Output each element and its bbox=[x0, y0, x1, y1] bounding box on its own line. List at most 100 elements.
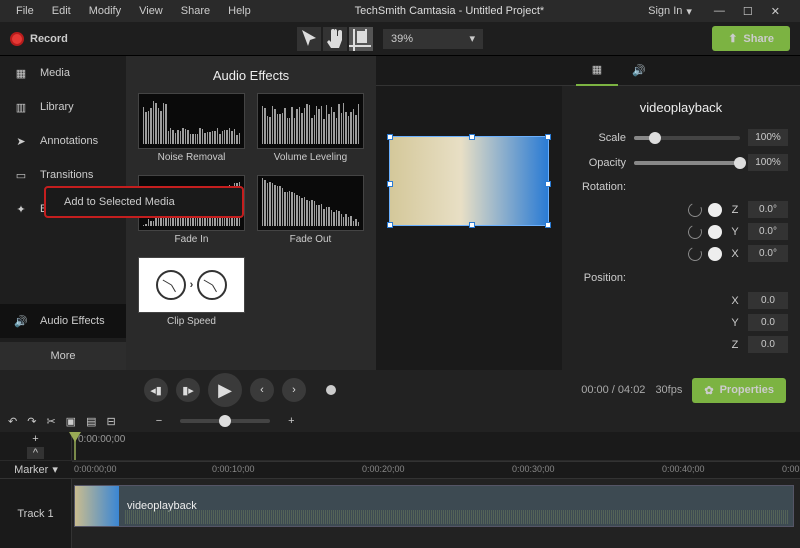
minimize-icon[interactable]: — bbox=[714, 5, 725, 18]
rot-y-value[interactable]: 0.0° bbox=[748, 223, 788, 240]
ruler-ticks[interactable]: 0:00:00;00 0:00:10;00 0:00:20;00 0:00:30… bbox=[72, 461, 800, 478]
clip-thumbnail bbox=[75, 486, 119, 526]
paste-button[interactable]: ▤ bbox=[86, 415, 96, 428]
menu-view[interactable]: View bbox=[131, 3, 171, 19]
sidebar-item-media[interactable]: ▦Media bbox=[0, 56, 126, 90]
rotate-z-icon[interactable] bbox=[686, 201, 704, 219]
select-tool[interactable] bbox=[297, 27, 321, 51]
pos-z-value[interactable]: 0.0 bbox=[748, 336, 788, 353]
menu-help[interactable]: Help bbox=[220, 3, 259, 19]
next-frame-button[interactable]: ▮▸ bbox=[176, 378, 200, 402]
effect-volume-leveling[interactable]: Volume Leveling bbox=[257, 93, 364, 163]
sidebar-item-annotations[interactable]: ➤Annotations bbox=[0, 124, 126, 158]
menu-edit[interactable]: Edit bbox=[44, 3, 79, 19]
chevron-down-icon: ▾ bbox=[52, 463, 58, 476]
zoom-dropdown[interactable]: 39% bbox=[383, 29, 483, 49]
menu-share[interactable]: Share bbox=[173, 3, 218, 19]
timeline-clip[interactable]: videoplayback bbox=[74, 485, 794, 527]
properties-button[interactable]: ✿Properties bbox=[692, 378, 786, 403]
toolbar: Record 39% ⬆Share bbox=[0, 22, 800, 56]
effect-clip-speed[interactable]: › Clip Speed bbox=[138, 257, 245, 327]
player-bar: ◂▮ ▮▸ ▶ ‹ › 00:00 / 04:02 30fps ✿Propert… bbox=[0, 370, 800, 410]
library-icon: ▥ bbox=[12, 100, 30, 114]
audio-waveform bbox=[125, 510, 789, 524]
copy-button[interactable]: ▣ bbox=[66, 415, 76, 428]
share-icon: ⬆ bbox=[728, 32, 737, 45]
selected-media[interactable] bbox=[389, 136, 549, 226]
timeline: ↶ ↷ ✂ ▣ ▤ ⊟ − + + ^ 0:00:00;00 Marker▾ 0… bbox=[0, 410, 800, 548]
transitions-icon: ▭ bbox=[12, 168, 30, 182]
close-icon[interactable]: ✕ bbox=[771, 5, 780, 18]
effect-fade-out[interactable]: Fade Out bbox=[257, 175, 364, 245]
time-display: 00:00 / 04:02 bbox=[581, 384, 645, 396]
media-icon: ▦ bbox=[12, 66, 30, 80]
scale-label: Scale bbox=[574, 132, 626, 144]
step-forward-button[interactable]: › bbox=[282, 378, 306, 402]
properties-panel: videoplayback Scale 100% Opacity 100% Ro… bbox=[562, 86, 800, 370]
track-add-button[interactable]: + bbox=[32, 433, 38, 445]
rot-x-value[interactable]: 0.0° bbox=[748, 245, 788, 262]
playhead-scrubber[interactable] bbox=[326, 385, 336, 395]
redo-button[interactable]: ↷ bbox=[27, 415, 36, 428]
scale-value[interactable]: 100% bbox=[748, 129, 788, 146]
menu-modify[interactable]: Modify bbox=[81, 3, 129, 19]
rotate-y-icon[interactable] bbox=[686, 223, 704, 241]
sidebar-item-library[interactable]: ▥Library bbox=[0, 90, 126, 124]
opacity-slider[interactable] bbox=[634, 161, 740, 165]
sign-in-button[interactable]: Sign In▾ bbox=[640, 5, 700, 18]
zoom-out-button[interactable]: − bbox=[156, 415, 162, 427]
share-button[interactable]: ⬆Share bbox=[712, 26, 790, 51]
speaker-icon: 🔊 bbox=[632, 64, 646, 77]
playhead[interactable] bbox=[74, 432, 76, 460]
split-button[interactable]: ⊟ bbox=[106, 415, 115, 428]
menubar: File Edit Modify View Share Help TechSmi… bbox=[0, 0, 800, 22]
rotation-label: Rotation: bbox=[574, 181, 626, 193]
effects-panel-title: Audio Effects bbox=[138, 64, 364, 93]
play-button[interactable]: ▶ bbox=[208, 373, 242, 407]
track-header[interactable]: Track 1 bbox=[0, 479, 72, 548]
timeline-zoom-slider[interactable] bbox=[180, 419, 270, 423]
playhead-time: 0:00:00;00 bbox=[78, 434, 125, 445]
rotate-z-knob[interactable] bbox=[708, 203, 722, 217]
step-back-button[interactable]: ‹ bbox=[250, 378, 274, 402]
sidebar-more-button[interactable]: More bbox=[0, 342, 126, 370]
audio-effects-icon: 🔊 bbox=[12, 314, 30, 328]
scale-slider[interactable] bbox=[634, 136, 740, 140]
context-menu-add-to-media[interactable]: Add to Selected Media bbox=[44, 186, 244, 218]
ruler[interactable]: 0:00:00;00 bbox=[72, 432, 800, 460]
gear-icon: ✿ bbox=[704, 384, 713, 397]
cut-button[interactable]: ✂ bbox=[46, 415, 55, 428]
track-body[interactable]: videoplayback bbox=[72, 479, 800, 548]
rotate-x-icon[interactable] bbox=[686, 245, 704, 263]
window-title: TechSmith Camtasia - Untitled Project* bbox=[261, 5, 638, 17]
pos-y-value[interactable]: 0.0 bbox=[748, 314, 788, 331]
record-button[interactable]: Record bbox=[10, 32, 68, 46]
pan-tool[interactable] bbox=[323, 27, 347, 51]
canvas-preview[interactable] bbox=[376, 86, 562, 370]
sidebar-item-audio-effects[interactable]: 🔊Audio Effects bbox=[0, 304, 126, 338]
effect-noise-removal[interactable]: Noise Removal bbox=[138, 93, 245, 163]
canvas-tab-audio[interactable]: 🔊 bbox=[618, 56, 660, 86]
effects-panel: Audio Effects Noise Removal Volume Level… bbox=[126, 56, 376, 370]
opacity-value[interactable]: 100% bbox=[748, 154, 788, 171]
marker-label[interactable]: Marker▾ bbox=[0, 461, 72, 478]
record-icon bbox=[10, 32, 24, 46]
position-label: Position: bbox=[574, 272, 626, 284]
menu-file[interactable]: File bbox=[8, 3, 42, 19]
film-icon: ▦ bbox=[592, 63, 602, 76]
maximize-icon[interactable]: ☐ bbox=[743, 5, 753, 18]
rot-z-value[interactable]: 0.0° bbox=[748, 201, 788, 218]
rotate-y-knob[interactable] bbox=[708, 225, 722, 239]
undo-button[interactable]: ↶ bbox=[8, 415, 17, 428]
zoom-in-button[interactable]: + bbox=[288, 415, 294, 427]
crop-tool[interactable] bbox=[349, 27, 373, 51]
track-collapse-button[interactable]: ^ bbox=[27, 447, 44, 459]
properties-title: videoplayback bbox=[574, 94, 788, 129]
pos-x-value[interactable]: 0.0 bbox=[748, 292, 788, 309]
prev-frame-button[interactable]: ◂▮ bbox=[144, 378, 168, 402]
opacity-label: Opacity bbox=[574, 157, 626, 169]
annotations-icon: ➤ bbox=[12, 134, 30, 148]
canvas-tab-video[interactable]: ▦ bbox=[576, 56, 618, 86]
fps-display[interactable]: 30fps bbox=[655, 384, 682, 396]
rotate-x-knob[interactable] bbox=[708, 247, 722, 261]
